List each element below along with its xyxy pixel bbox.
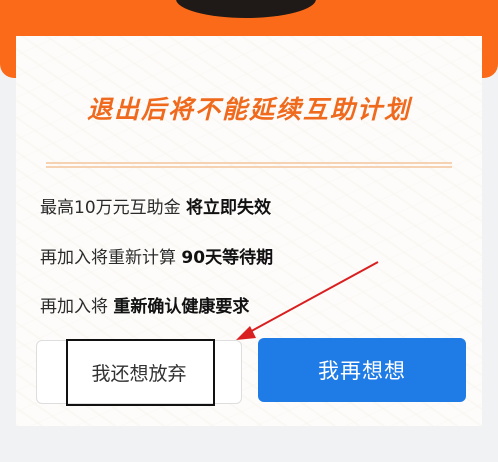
dialog-title: 退出后将不能延续互助计划 — [86, 95, 411, 124]
highlight-box — [66, 339, 215, 406]
info-text: 最高10万元互助金 — [40, 198, 187, 218]
info-text: 再加入将重新计算 — [40, 248, 182, 268]
bottom-strip — [0, 426, 498, 462]
info-emphasis: 重新确认健康要求 — [113, 297, 250, 317]
info-emphasis: 将立即失效 — [186, 198, 272, 218]
info-text: 再加入将 — [40, 297, 114, 317]
info-line-health-check: 再加入将 重新确认健康要求 — [40, 292, 249, 317]
info-line-max-benefit: 最高10万元互助金 将立即失效 — [40, 193, 271, 218]
think-again-button[interactable]: 我再想想 — [258, 338, 466, 402]
title-divider — [46, 162, 452, 168]
info-emphasis: 90天等待期 — [181, 248, 274, 268]
banner-dark-shape — [176, 0, 316, 18]
info-line-waiting-period: 再加入将重新计算 90天等待期 — [40, 243, 273, 268]
